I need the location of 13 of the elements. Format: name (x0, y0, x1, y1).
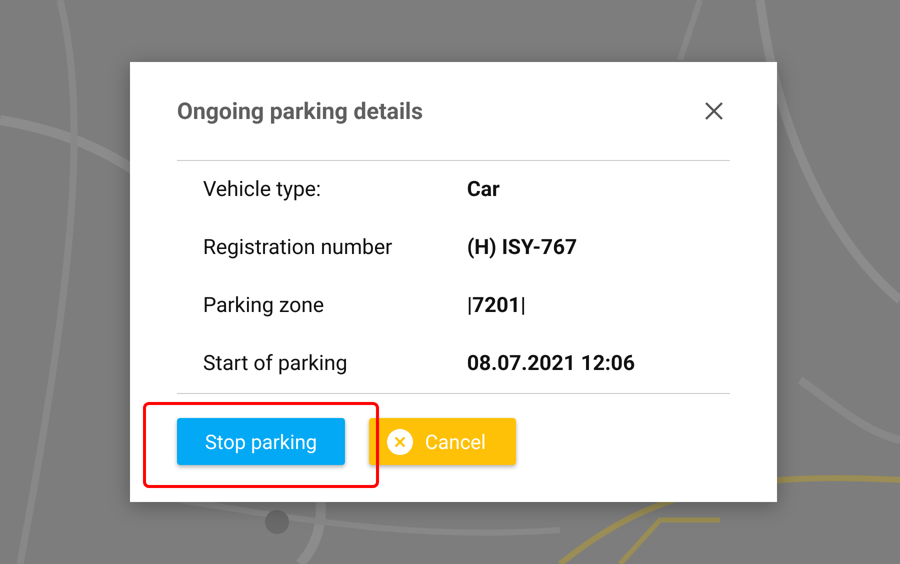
detail-label: Parking zone (203, 294, 325, 318)
stop-parking-button[interactable]: Stop parking (177, 418, 345, 465)
cancel-button[interactable]: Cancel (369, 418, 516, 465)
detail-value: (H) ISY-767 (467, 236, 578, 260)
detail-value: 08.07.2021 12:06 (467, 352, 635, 376)
close-icon[interactable] (704, 101, 724, 121)
dialog-title: Ongoing parking details (177, 98, 423, 124)
cancel-icon (387, 428, 413, 454)
detail-value: Car (467, 178, 500, 202)
detail-value: |7201| (467, 294, 526, 318)
detail-label: Start of parking (203, 352, 348, 376)
detail-label: Vehicle type: (203, 178, 322, 202)
detail-label: Registration number (203, 236, 394, 260)
